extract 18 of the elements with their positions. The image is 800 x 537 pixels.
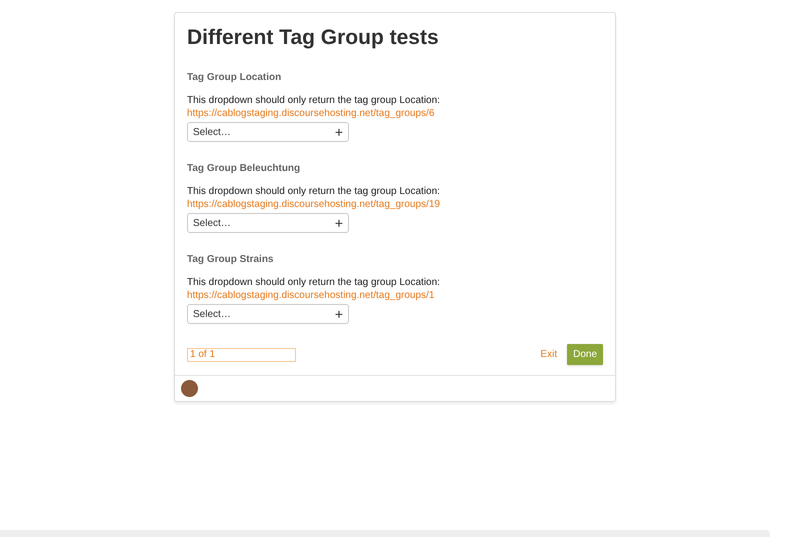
field-label: Tag Group Strains xyxy=(187,253,274,266)
add-button[interactable]: + xyxy=(334,125,343,139)
user-avatar[interactable] xyxy=(181,380,198,397)
tag-select-dropdown[interactable]: Select… + xyxy=(187,213,349,233)
wizard-title: Different Tag Group tests xyxy=(187,25,440,51)
field-description: This dropdown should only return the tag group Location: xyxy=(187,185,440,198)
field-description: This dropdown should only return the tag group Location: xyxy=(187,94,440,107)
field-label: Tag Group Location xyxy=(187,71,282,84)
step-counter: 1 of 1 xyxy=(187,348,296,362)
select-placeholder: Select… xyxy=(193,308,231,322)
field-label: Tag Group Beleuchtung xyxy=(187,162,300,175)
select-placeholder: Select… xyxy=(193,126,231,140)
tag-select-dropdown[interactable]: Select… + xyxy=(187,304,349,324)
field-description: This dropdown should only return the tag group Location: xyxy=(187,276,440,289)
add-button[interactable]: + xyxy=(334,216,343,230)
tag-select-dropdown[interactable]: Select… + xyxy=(187,122,349,142)
select-placeholder: Select… xyxy=(193,216,231,230)
add-button[interactable]: + xyxy=(334,307,343,321)
